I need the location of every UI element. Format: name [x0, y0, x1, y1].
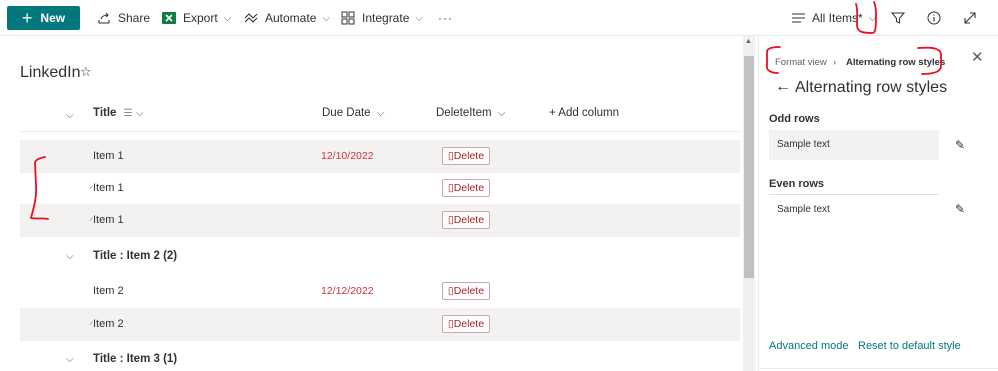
delete-label: Delete: [453, 182, 485, 194]
info-button[interactable]: [926, 0, 948, 36]
expand-button[interactable]: [962, 0, 984, 36]
back-arrow-icon[interactable]: ←: [775, 78, 791, 96]
odd-rows-label: Odd rows: [769, 113, 820, 125]
filter-button[interactable]: [890, 0, 912, 36]
star-icon[interactable]: ☆: [80, 64, 92, 80]
export-label: Export: [183, 11, 218, 25]
new-button[interactable]: + New: [7, 6, 80, 30]
table-row[interactable]: Item 1 12/10/2022 ▯ Delete: [20, 140, 740, 173]
chevron-down-icon: ⌵: [868, 12, 877, 24]
column-header-title[interactable]: Title ☰ ⌵: [93, 107, 143, 119]
view-switcher[interactable]: All Items* ⌵: [790, 0, 876, 36]
column-due-label: Due Date: [322, 107, 371, 119]
list-area: LinkedIn ☆ ⌵ Title ☰ ⌵ Due Date ⌵ Delete…: [0, 37, 758, 371]
breadcrumb-current: Alternating row styles: [846, 57, 946, 68]
chevron-down-icon: ⌵: [497, 108, 506, 119]
delete-button[interactable]: ▯ Delete: [442, 147, 490, 165]
collapse-group-icon[interactable]: ⌵: [66, 251, 74, 262]
advanced-mode-link[interactable]: Advanced mode: [769, 340, 849, 352]
column-title-label: Title: [93, 107, 117, 119]
breadcrumb-format-view[interactable]: Format view: [775, 57, 827, 68]
chevron-down-icon: ⌵: [322, 12, 330, 24]
pane-title: Alternating row styles: [795, 79, 948, 96]
more-button[interactable]: ···: [438, 0, 453, 36]
delete-label: Delete: [453, 285, 485, 297]
delete-button[interactable]: ▯ Delete: [442, 179, 490, 197]
cell-title: Item 1: [93, 150, 124, 162]
cell-title: Item 1: [93, 182, 124, 194]
reset-default-style-link[interactable]: Reset to default style: [858, 340, 961, 352]
group-header-item-3[interactable]: Title : Item 3 (1): [93, 353, 177, 365]
automate-button[interactable]: Automate ⌵: [243, 0, 330, 36]
command-bar: + New Share Export ⌵ Automate ⌵ Integrat…: [0, 0, 998, 36]
integrate-label: Integrate: [362, 11, 410, 25]
automate-label: Automate: [265, 11, 317, 25]
close-icon[interactable]: ✕: [971, 48, 984, 66]
view-label: All Items*: [812, 11, 863, 25]
excel-icon: [161, 10, 177, 26]
odd-rows-sample[interactable]: Sample text: [769, 130, 939, 160]
table-row[interactable]: Item 2 12/12/2022 ▯ Delete: [20, 275, 740, 308]
filter-icon: [890, 10, 906, 26]
integrate-button[interactable]: Integrate ⌵: [340, 0, 423, 36]
automate-icon: [243, 10, 259, 26]
collapse-group-icon[interactable]: ⌵: [66, 354, 74, 365]
info-icon: [926, 10, 942, 26]
more-icon: ···: [438, 11, 453, 25]
odd-sample-text: Sample text: [777, 139, 830, 150]
pane-divider: [759, 368, 998, 369]
collapse-all-icon[interactable]: ⌵: [66, 110, 74, 121]
export-button[interactable]: Export ⌵: [161, 0, 231, 36]
delete-button[interactable]: ▯ Delete: [442, 315, 490, 333]
cell-due-date: 12/12/2022: [321, 285, 374, 297]
even-sample-text: Sample text: [777, 204, 830, 215]
even-rows-label: Even rows: [769, 178, 825, 190]
new-button-label: New: [40, 11, 66, 25]
cell-due-date: 12/10/2022: [321, 150, 374, 162]
column-delete-label: DeleteItem: [436, 107, 492, 119]
expand-icon: [962, 10, 978, 26]
delete-button[interactable]: ▯ Delete: [442, 282, 490, 300]
cell-title: Item 2: [93, 285, 124, 297]
share-label: Share: [118, 11, 151, 25]
table-row[interactable]: ⸝ Item 2 ▯ Delete: [20, 308, 740, 341]
paint-brush-icon[interactable]: ✎: [955, 202, 965, 216]
format-pane: Format view › Alternating row styles ✕ ←…: [758, 37, 998, 371]
breadcrumb-separator-icon: ›: [833, 57, 837, 68]
delete-label: Delete: [453, 214, 485, 226]
header-divider: [20, 131, 740, 132]
chevron-down-icon: ⌵: [135, 108, 144, 119]
share-button[interactable]: Share: [96, 0, 150, 36]
table-row[interactable]: ⸝ Item 1 ▯ Delete: [20, 172, 740, 205]
delete-label: Delete: [453, 318, 485, 330]
list-title: LinkedIn: [20, 64, 81, 81]
cell-title: Item 2: [93, 318, 124, 330]
chevron-down-icon: ⌵: [415, 12, 423, 24]
even-rows-sample[interactable]: Sample text: [769, 194, 939, 224]
scroll-thumb[interactable]: [744, 56, 754, 278]
scroll-up-icon[interactable]: ▲: [745, 38, 752, 45]
group-header-item-2[interactable]: Title : Item 2 (2): [93, 250, 177, 262]
integrate-icon: [340, 10, 356, 26]
plus-icon: +: [21, 8, 33, 28]
vertical-scrollbar[interactable]: ▲: [743, 36, 755, 371]
grouped-icon: ☰: [123, 108, 133, 119]
table-row[interactable]: ⸝ Item 1 ▯ Delete: [20, 204, 740, 237]
chevron-down-icon: ⌵: [376, 108, 385, 119]
cell-title: Item 1: [93, 214, 124, 226]
column-header-due-date[interactable]: Due Date ⌵: [322, 107, 384, 119]
delete-button[interactable]: ▯ Delete: [442, 211, 490, 229]
share-icon: [96, 10, 112, 26]
add-column-button[interactable]: + Add column: [549, 107, 619, 119]
column-header-deleteitem[interactable]: DeleteItem ⌵: [436, 107, 505, 119]
chevron-down-icon: ⌵: [223, 12, 232, 24]
paint-brush-icon[interactable]: ✎: [955, 138, 965, 152]
list-view-icon: [790, 10, 806, 26]
delete-label: Delete: [453, 150, 485, 162]
